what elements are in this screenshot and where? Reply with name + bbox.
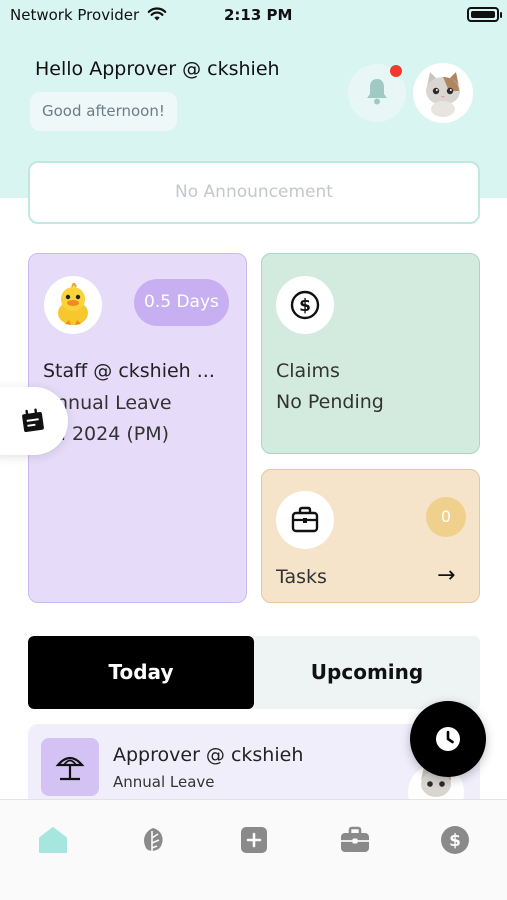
greeting-subtitle: Good afternoon! (30, 92, 177, 131)
tab-today[interactable]: Today (28, 636, 254, 709)
profile-avatar[interactable] (413, 63, 473, 123)
announcement-banner[interactable]: No Announcement (28, 161, 480, 224)
leaf-icon (144, 828, 163, 851)
plus-square-icon (241, 827, 267, 853)
tab-leave[interactable] (133, 820, 173, 860)
dollar-circle-icon: $ (290, 290, 320, 320)
svg-text:$: $ (449, 831, 461, 851)
bell-icon (365, 77, 389, 109)
bottom-tab-bar: $ (0, 799, 507, 900)
leave-days-badge: 0.5 Days (134, 279, 229, 326)
tab-upcoming[interactable]: Upcoming (254, 636, 480, 709)
greeting-title: Hello Approver @ ckshieh (35, 58, 280, 80)
tasks-card[interactable]: 0 Tasks → (261, 469, 480, 603)
calendar-icon (22, 408, 44, 433)
svg-text:$: $ (299, 296, 311, 316)
tab-add[interactable] (234, 820, 274, 860)
staff-avatar (44, 276, 102, 334)
status-bar: Network Provider 2:13 PM (0, 0, 507, 30)
claims-icon-badge: $ (276, 276, 334, 334)
leave-staff-name: Staff @ ckshieh ... (43, 360, 215, 382)
arrow-right-icon[interactable]: → (437, 563, 455, 588)
home-icon (39, 827, 67, 853)
briefcase-icon (291, 506, 319, 533)
claims-title: Claims (276, 360, 340, 382)
clock-time: 2:13 PM (224, 6, 293, 24)
umbrella-icon (55, 756, 85, 781)
list-item-icon-badge (41, 738, 99, 796)
duck-avatar-icon (58, 283, 88, 325)
carrier-label: Network Provider (10, 6, 140, 24)
clock-icon (436, 727, 460, 751)
tasks-count-badge: 0 (426, 497, 466, 537)
tab-work[interactable] (335, 820, 375, 860)
wifi-icon (147, 7, 167, 26)
claims-status: No Pending (276, 391, 384, 413)
notification-badge (390, 65, 402, 77)
list-item-title: Approver @ ckshieh (113, 744, 304, 766)
claims-card[interactable]: $ Claims No Pending (261, 253, 480, 454)
cat-avatar-icon (426, 72, 460, 117)
calendar-float-button[interactable] (0, 387, 68, 455)
battery-icon (467, 7, 502, 22)
tab-claims[interactable]: $ (435, 820, 475, 860)
tab-home[interactable] (33, 820, 73, 860)
list-item-subtitle: Annual Leave (113, 773, 215, 791)
dollar-circle-icon: $ (441, 826, 469, 854)
clock-fab-button[interactable] (410, 701, 486, 777)
briefcase-icon (341, 826, 369, 852)
day-segmented-control: Today Upcoming (28, 636, 480, 709)
tasks-title: Tasks (276, 566, 327, 588)
tasks-icon-badge (276, 491, 334, 549)
